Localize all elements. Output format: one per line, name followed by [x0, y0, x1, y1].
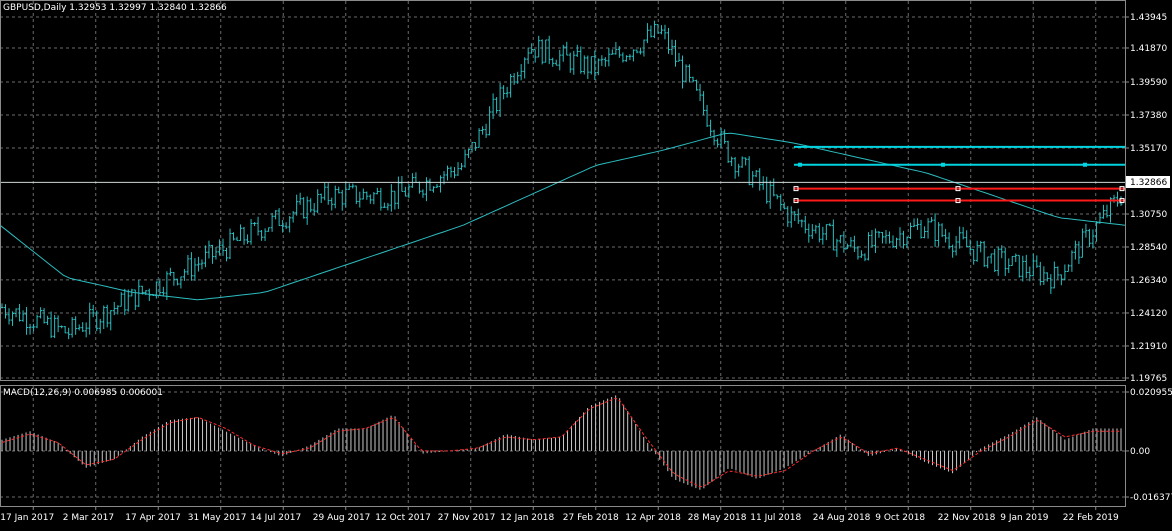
price-tick-label: 1.37380 — [1130, 111, 1167, 121]
time-tick-label: 12 Oct 2017 — [375, 513, 431, 523]
time-tick-label: 27 Nov 2017 — [438, 513, 496, 523]
current-price-label: 1.32866 — [1130, 178, 1167, 188]
time-tick-label: 17 Apr 2017 — [125, 513, 181, 523]
price-tick-label: 1.28540 — [1130, 243, 1167, 253]
price-tick-label: 1.41870 — [1130, 44, 1167, 54]
time-tick-label: 9 Oct 2018 — [875, 513, 925, 523]
time-tick-label: 11 Jul 2018 — [750, 513, 801, 523]
time-tick-label: 14 Jul 2017 — [250, 513, 301, 523]
price-tick-label: 1.26340 — [1130, 276, 1167, 286]
chart-title: GBPUSD,Daily 1.32953 1.32997 1.32840 1.3… — [3, 3, 227, 13]
macd-tick-label: -0.016377 — [1130, 493, 1172, 503]
chart-canvas[interactable]: GBPUSD,Daily 1.32953 1.32997 1.32840 1.3… — [0, 0, 1172, 527]
time-tick-label: 28 May 2018 — [688, 513, 747, 523]
time-tick-label: 22 Nov 2018 — [938, 513, 996, 523]
price-tick-label: 1.39590 — [1130, 78, 1167, 88]
price-tick-label: 1.21910 — [1130, 342, 1167, 352]
price-tick-label: 1.30750 — [1130, 210, 1167, 220]
price-tick-label: 1.43945 — [1130, 13, 1167, 23]
time-tick-label: 24 Aug 2018 — [813, 513, 871, 523]
macd-title: MACD(12,26,9) 0.006985 0.006001 — [3, 388, 163, 398]
time-tick-label: 17 Jan 2017 — [0, 513, 54, 523]
time-tick-label: 9 Jan 2019 — [1000, 513, 1048, 523]
time-tick-label: 12 Apr 2018 — [625, 513, 681, 523]
trading-chart-window[interactable]: GBPUSD,Daily 1.32953 1.32997 1.32840 1.3… — [0, 0, 1172, 527]
level-handle[interactable] — [941, 162, 945, 167]
time-tick-label: 27 Feb 2018 — [563, 513, 619, 523]
level-handle[interactable] — [1083, 162, 1087, 167]
macd-tick-label: 0.020955 — [1130, 388, 1172, 398]
time-tick-label: 2 Mar 2017 — [63, 513, 114, 523]
price-tick-label: 1.24120 — [1130, 309, 1167, 319]
time-tick-label: 22 Feb 2019 — [1063, 513, 1119, 523]
price-tick-label: 1.35170 — [1130, 144, 1167, 154]
time-tick-label: 31 May 2017 — [188, 513, 247, 523]
time-tick-label: 12 Jan 2018 — [500, 513, 554, 523]
price-tick-label: 1.19765 — [1130, 374, 1167, 384]
level-handle[interactable] — [798, 162, 802, 167]
macd-tick-label: 0.00 — [1130, 447, 1150, 457]
time-tick-label: 29 Aug 2017 — [313, 513, 371, 523]
